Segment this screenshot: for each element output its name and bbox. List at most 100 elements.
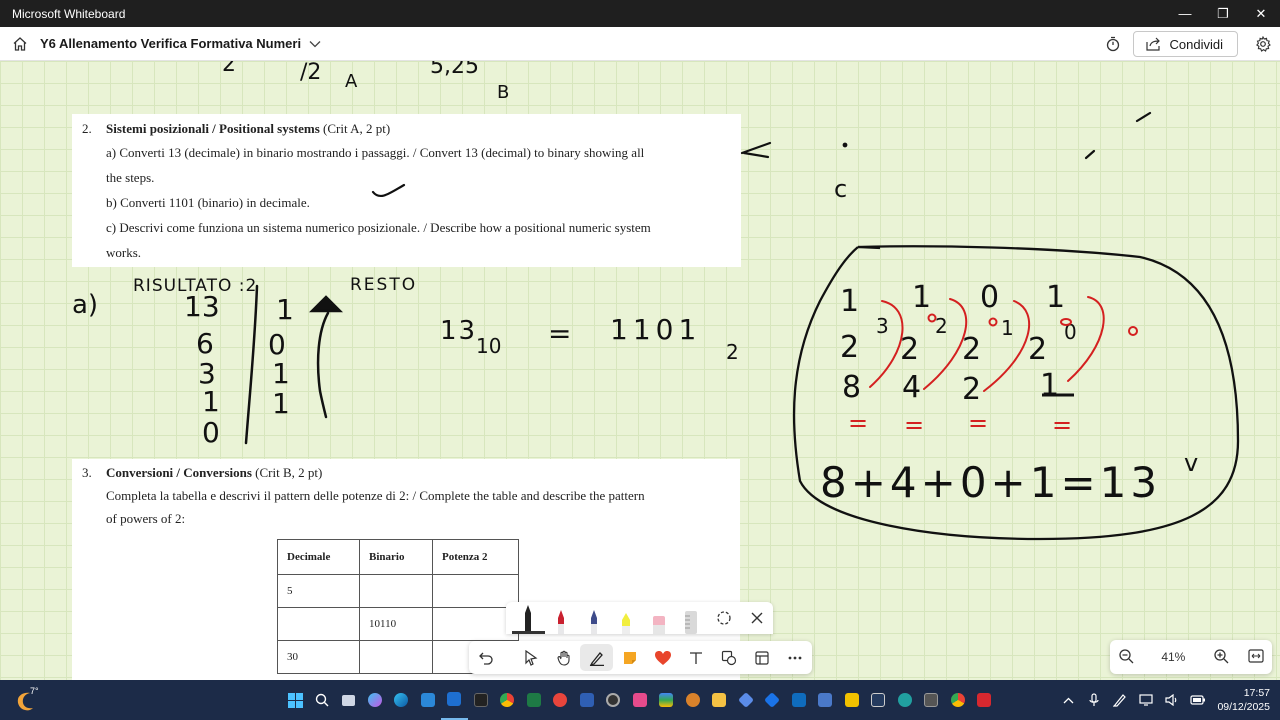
close-window-button[interactable]: ✕ <box>1242 0 1280 27</box>
home-icon[interactable] <box>0 27 40 61</box>
black-pen-tool[interactable] <box>512 602 545 634</box>
text-icon[interactable] <box>679 641 712 674</box>
question-3-number: 3. <box>82 465 92 480</box>
maximize-button[interactable]: ❐ <box>1204 0 1242 27</box>
reactions-heart-icon[interactable] <box>646 641 679 674</box>
ink-sum: 8+4+0+1=13 <box>820 458 1161 507</box>
ink-power-base: 2 <box>840 330 859 365</box>
zoom-in-icon[interactable] <box>1213 648 1229 667</box>
app-icon[interactable] <box>918 680 945 720</box>
chevron-down-icon[interactable] <box>309 40 321 48</box>
copilot-icon[interactable] <box>362 680 389 720</box>
more-options-icon[interactable] <box>778 641 811 674</box>
blue-pen-tool[interactable] <box>577 602 610 634</box>
chevron-up-icon[interactable] <box>1055 697 1081 704</box>
whiteboard-app-icon[interactable] <box>441 680 468 720</box>
file-explorer-icon[interactable] <box>706 680 733 720</box>
table-cell <box>359 574 433 608</box>
timer-icon[interactable] <box>1093 27 1133 61</box>
close-icon[interactable] <box>740 602 773 634</box>
question-2-title: Sistemi posizionali / Positional systems <box>106 121 320 136</box>
weather-widget[interactable]: 7° <box>0 680 56 720</box>
edge-icon[interactable] <box>388 680 415 720</box>
question-2-number: 2. <box>82 121 92 136</box>
gear-icon[interactable] <box>1246 27 1280 61</box>
board-title[interactable]: Y6 Allenamento Verifica Formativa Numeri <box>40 36 301 51</box>
question-3-line-1: Completa la tabella e descrivi il patter… <box>106 488 645 503</box>
app-icon[interactable] <box>680 680 707 720</box>
zoom-bar: 41% <box>1110 640 1272 674</box>
ink-remainder: 1 <box>272 357 290 390</box>
store-icon[interactable] <box>415 680 442 720</box>
ink-quotient: 6 <box>196 327 214 360</box>
question-2a-line-2: the steps. <box>106 170 155 185</box>
outlook-icon[interactable] <box>786 680 813 720</box>
app-icon[interactable] <box>468 680 495 720</box>
app-icon[interactable] <box>653 680 680 720</box>
table-header-cell: Potenza 2 <box>432 539 519 575</box>
pen-icon[interactable] <box>1107 693 1133 707</box>
eraser-tool[interactable] <box>643 602 676 634</box>
tools-bar <box>469 641 812 674</box>
zoom-level[interactable]: 41% <box>1153 650 1193 664</box>
select-arrow-icon[interactable] <box>514 641 547 674</box>
app-icon[interactable] <box>839 680 866 720</box>
app-icon[interactable] <box>892 680 919 720</box>
minimize-button[interactable]: — <box>1166 0 1204 27</box>
ink-power-exp: 1 <box>1001 316 1014 340</box>
ink-red-arrows <box>869 296 1138 392</box>
question-2c-line-1: c) Descrivi come funziona un sistema num… <box>106 220 651 235</box>
undo-icon[interactable] <box>469 641 502 674</box>
microphone-icon[interactable] <box>1081 693 1107 707</box>
ink-eq-mark: = <box>848 409 868 437</box>
whiteboard-canvas[interactable]: 2. Sistemi posizionali / Positional syst… <box>0 61 1280 680</box>
clock[interactable]: 17:57 09/12/2025 <box>1211 686 1280 714</box>
pen-tray <box>506 602 773 634</box>
search-icon[interactable] <box>309 680 336 720</box>
zoom-out-icon[interactable] <box>1118 648 1134 667</box>
app-icon[interactable] <box>547 680 574 720</box>
share-icon <box>1145 37 1160 51</box>
app-icon[interactable] <box>627 680 654 720</box>
share-button[interactable]: Condividi <box>1132 31 1238 57</box>
ink-label-resto: RESTO <box>350 275 417 295</box>
templates-icon[interactable] <box>745 641 778 674</box>
red-pen-tool[interactable] <box>545 602 578 634</box>
highlighter-tool[interactable] <box>610 602 643 634</box>
task-view-icon[interactable] <box>335 680 362 720</box>
volume-icon[interactable] <box>1159 694 1185 706</box>
shapes-icon[interactable] <box>712 641 745 674</box>
ink-eq-sign: = <box>548 317 571 350</box>
lasso-icon[interactable] <box>708 602 741 634</box>
ink-check: v <box>1184 449 1198 477</box>
app-icon[interactable] <box>812 680 839 720</box>
fit-to-screen-icon[interactable] <box>1248 648 1264 666</box>
excel-icon[interactable] <box>521 680 548 720</box>
question-2b: b) Converti 1101 (binario) in decimale. <box>106 195 310 210</box>
ink-fragment: A <box>345 71 358 92</box>
question-2a-line-1: a) Converti 13 (decimale) in binario mos… <box>106 145 645 160</box>
network-icon[interactable] <box>1133 694 1159 706</box>
question-2-card[interactable]: 2. Sistemi posizionali / Positional syst… <box>72 114 741 267</box>
app-icon[interactable] <box>733 680 760 720</box>
table-cell <box>277 607 360 641</box>
acrobat-icon[interactable] <box>971 680 998 720</box>
start-windows-icon[interactable] <box>282 680 309 720</box>
app-icon[interactable] <box>759 680 786 720</box>
app-icon[interactable] <box>865 680 892 720</box>
ink-quotient: 0 <box>202 416 220 449</box>
ruler-tool[interactable] <box>675 602 708 634</box>
chrome-icon[interactable] <box>945 680 972 720</box>
chrome-icon[interactable] <box>494 680 521 720</box>
app-icon[interactable] <box>574 680 601 720</box>
battery-icon[interactable] <box>1185 695 1211 705</box>
sticky-note-icon[interactable] <box>613 641 646 674</box>
app-icon[interactable] <box>600 680 627 720</box>
hand-pan-icon[interactable] <box>547 641 580 674</box>
inking-pen-icon[interactable] <box>580 644 613 671</box>
ink-value: 1 <box>1040 368 1059 403</box>
ink-circle <box>792 245 1240 541</box>
question-2c-line-2: works. <box>106 245 142 260</box>
ink-fragment: /2 <box>300 61 321 85</box>
share-label: Condividi <box>1169 36 1223 52</box>
